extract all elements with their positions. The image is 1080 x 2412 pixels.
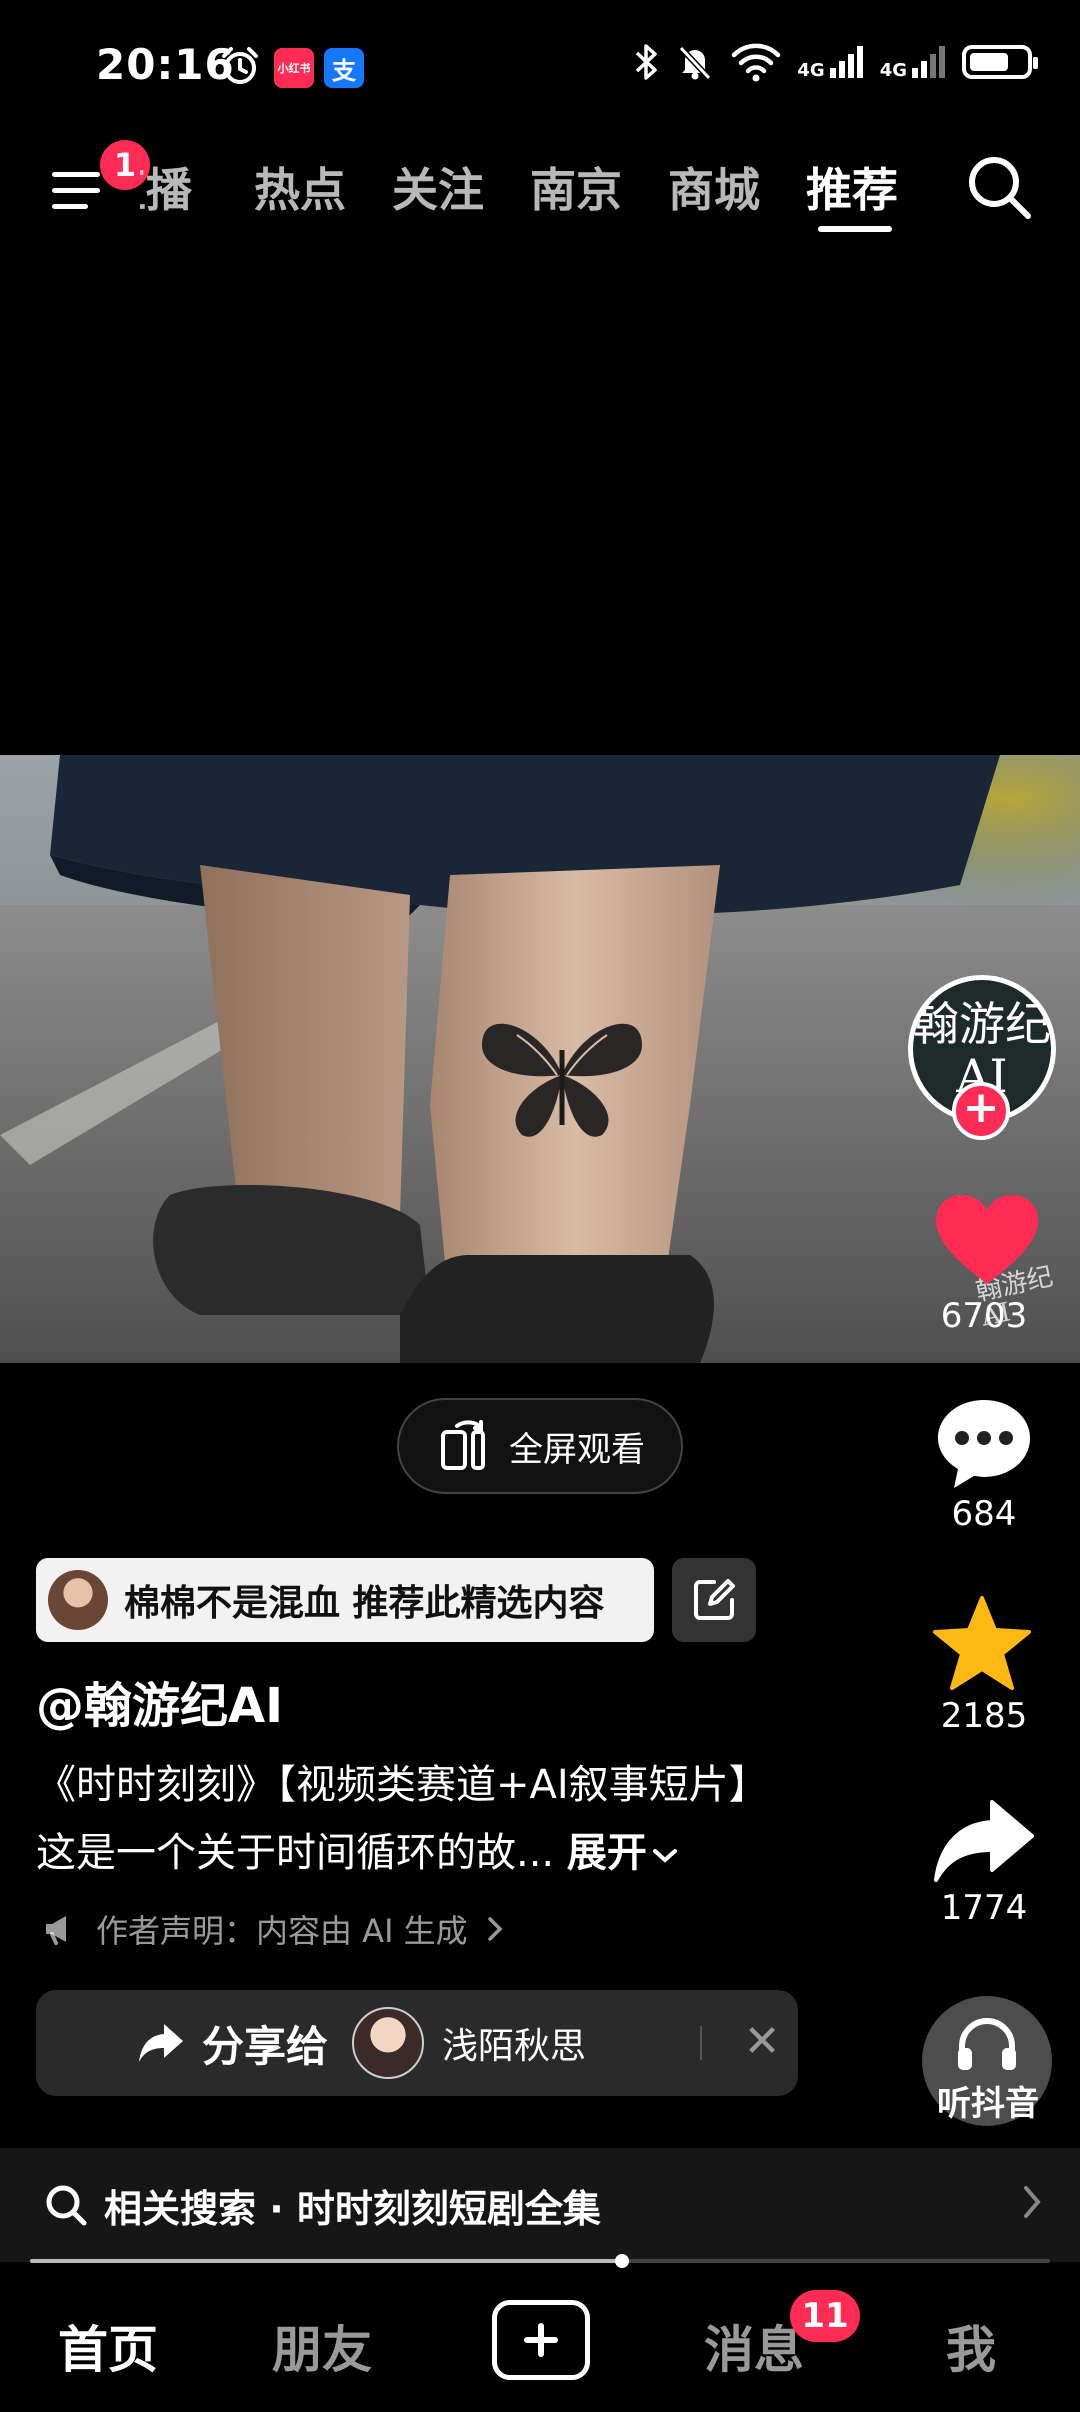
chevron-down-icon	[652, 1849, 677, 1863]
description-text: 这是一个关于时间循环的故...	[36, 1830, 555, 1876]
signal-2: 4G	[880, 44, 946, 80]
menu-icon	[52, 172, 100, 177]
tab-mall[interactable]: 商城	[668, 154, 760, 220]
tab-live-clip: 直播	[140, 140, 220, 250]
comment-icon[interactable]	[934, 1396, 1034, 1492]
fullscreen-button[interactable]: 全屏观看	[397, 1398, 683, 1494]
chevron-right-icon	[1024, 2186, 1041, 2218]
progress-fill	[30, 2259, 622, 2263]
fullscreen-label: 全屏观看	[509, 1429, 645, 1470]
rotate-screen-icon	[441, 1420, 485, 1470]
battery-icon	[962, 45, 1038, 79]
ai-notice[interactable]: 作者声明：内容由 AI 生成	[42, 1906, 504, 1952]
share-arrow-icon[interactable]	[932, 1796, 1036, 1884]
close-icon[interactable]: ✕	[734, 2012, 790, 2072]
tab-following[interactable]: 关注	[392, 154, 484, 220]
status-right-cluster: 4G 4G	[633, 42, 1038, 82]
menu-icon-line	[52, 188, 100, 193]
wifi-icon	[732, 43, 781, 82]
heart-icon[interactable]	[932, 1192, 1042, 1292]
headphones-icon	[958, 2018, 1016, 2070]
ai-notice-text: 作者声明：内容由 AI 生成	[96, 1912, 468, 1950]
related-search-text: 相关搜索 · 时时刻刻短剧全集	[104, 2186, 601, 2231]
progress-knob[interactable]	[614, 2254, 629, 2268]
follow-button[interactable]: +	[952, 1082, 1010, 1140]
friend-avatar	[352, 2007, 425, 2079]
related-search-bar[interactable]: 相关搜索 · 时时刻刻短剧全集	[0, 2148, 1080, 2262]
top-nav: 1 直播 热点 关注 南京 商城 推荐	[0, 140, 1080, 250]
nav-home[interactable]: 首页	[58, 2310, 158, 2382]
nav-friends[interactable]: 朋友	[272, 2310, 372, 2382]
listen-douyin-label: 听抖音	[937, 2084, 1039, 2124]
search-small-icon	[46, 2185, 87, 2226]
status-bar: 20:16 小红书 支 4G 4G	[0, 0, 1080, 130]
menu-icon-line	[52, 204, 88, 209]
chevron-right-icon	[487, 1917, 503, 1941]
megaphone-icon	[46, 1916, 66, 1945]
friend-name: 浅陌秋思	[442, 2026, 587, 2067]
recommend-text: 棉棉不是混血 推荐此精选内容	[124, 1583, 605, 1624]
alarm-icon	[222, 47, 258, 84]
recommend-pill[interactable]: 棉棉不是混血 推荐此精选内容	[36, 1558, 654, 1642]
share-count: 1774	[940, 1888, 1028, 1928]
bottom-nav: 首页 朋友 消息 11 我	[0, 2268, 1080, 2412]
author-name[interactable]: @翰游纪AI	[36, 1666, 283, 1736]
signal-bars-icon	[912, 46, 945, 78]
edit-icon	[694, 1579, 735, 1620]
expand-label: 展开	[566, 1830, 647, 1876]
battery-fill	[970, 53, 1008, 71]
signal-1: 4G	[797, 44, 863, 80]
like-count: 6703	[940, 1296, 1028, 1336]
alipay-app-icon: 支	[324, 48, 364, 88]
recommender-avatar	[48, 1570, 108, 1630]
tab-nanjing[interactable]: 南京	[530, 154, 622, 220]
comment-count: 684	[951, 1494, 1017, 1534]
signal-bars-icon	[829, 46, 863, 78]
share-label: 分享给	[202, 2021, 329, 2071]
tab-recommend[interactable]: 推荐	[806, 154, 898, 220]
search-icon[interactable]	[960, 148, 1040, 228]
favorite-star-icon[interactable]	[930, 1594, 1034, 1694]
mute-bell-icon	[679, 45, 712, 81]
description-line-1: 《时时刻刻》【视频类赛道+AI叙事短片】	[36, 1762, 769, 1808]
xiaohongshu-app-icon: 小红书	[274, 48, 314, 88]
divider	[700, 2026, 702, 2060]
share-arrow-small-icon	[139, 2024, 183, 2062]
favorite-count: 2185	[940, 1696, 1028, 1736]
video-progress-bar[interactable]	[30, 2254, 1050, 2268]
edit-button[interactable]	[672, 1558, 756, 1642]
bluetooth-icon	[636, 44, 658, 80]
nav-me[interactable]: 我	[946, 2310, 996, 2382]
status-time: 20:16	[96, 40, 235, 89]
description-line-2: 这是一个关于时间循环的故... 展开	[36, 1820, 679, 1878]
tab-live[interactable]: 直播	[140, 154, 192, 220]
tab-hot[interactable]: 热点	[254, 154, 346, 220]
active-tab-indicator	[818, 226, 892, 232]
message-badge: 11	[790, 2290, 860, 2342]
create-plus-button[interactable]	[492, 2300, 590, 2380]
nav-messages[interactable]: 消息	[704, 2310, 804, 2382]
expand-button[interactable]: 展开	[567, 1830, 679, 1876]
share-to-friend-bar[interactable]: 分享给 浅陌秋思 ✕	[36, 1990, 798, 2096]
network-label-1: 4G	[797, 60, 825, 81]
network-label-2: 4G	[879, 60, 907, 81]
